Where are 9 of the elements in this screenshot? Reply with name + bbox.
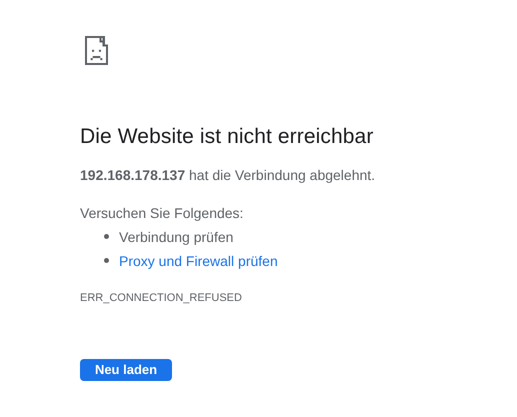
error-code: ERR_CONNECTION_REFUSED [80,290,243,305]
bullet-icon [104,258,109,264]
reload-button[interactable]: Neu laden [80,358,172,381]
suggestion-text: Verbindung prüfen [119,228,234,247]
suggestion-link[interactable]: Proxy und Firewall prüfen [119,250,278,271]
bullet-icon [104,234,109,240]
error-heading: Die Website ist nicht erreichbar [80,124,374,150]
suggestions-title: Versuchen Sie Folgendes: [80,204,244,223]
error-message: 192.168.178.137 hat die Verbindung abgelehnt. [80,166,376,185]
